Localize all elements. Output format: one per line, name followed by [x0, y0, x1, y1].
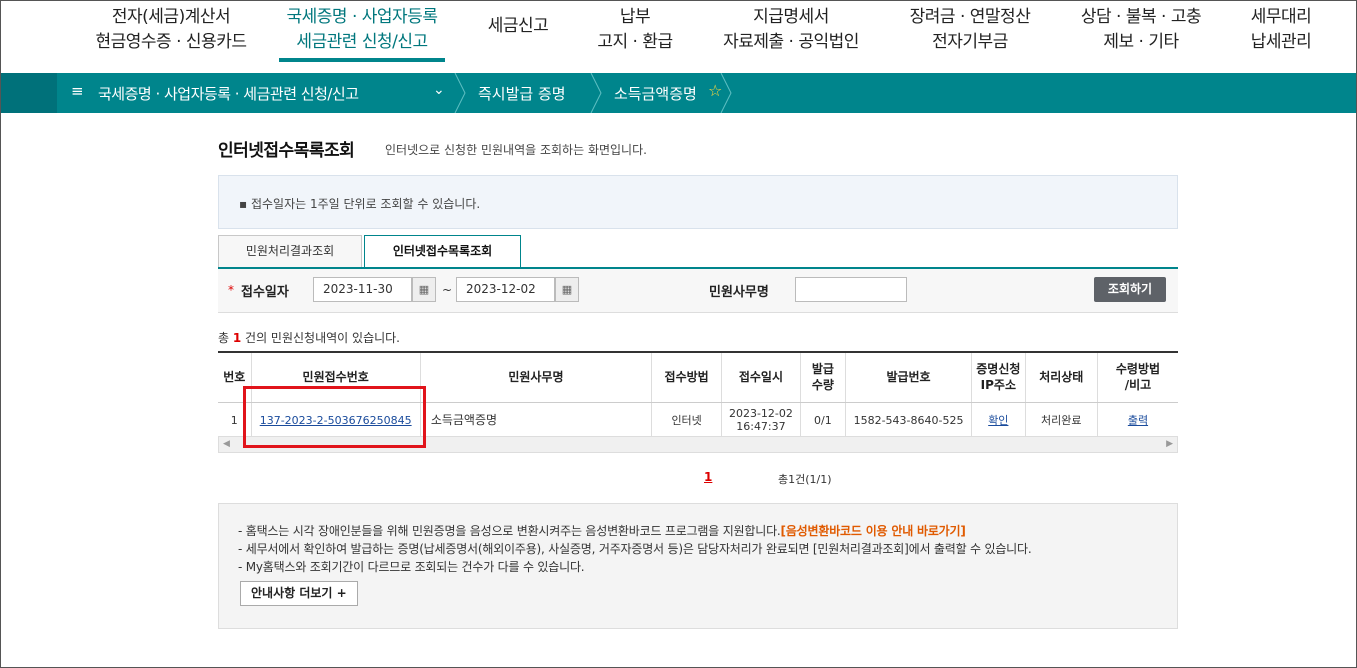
- cell-date: 2023-12-02: [728, 407, 793, 420]
- tab-internet-receipt-list[interactable]: 인터넷접수목록조회: [364, 235, 521, 268]
- breadcrumb-separator-icon: [590, 73, 602, 113]
- column-header: 수령방법 /비고: [1096, 353, 1178, 403]
- topnav-item-line2: 고지 · 환급: [597, 32, 673, 52]
- date-label: 접수일자: [241, 285, 289, 300]
- topnav-item-line2: 세금관련 신청/신고: [296, 32, 428, 52]
- topnav-item-tax-agent[interactable]: 세무대리 납세관리: [1239, 5, 1323, 55]
- topnav-item-certificate[interactable]: 국세증명 · 사업자등록 세금관련 신청/신고: [279, 5, 445, 55]
- breadcrumb-home-area: [1, 73, 57, 113]
- cell-datetime: 2023-12-02 16:47:37: [721, 402, 801, 439]
- date-to-input[interactable]: 2023-12-02: [456, 277, 555, 302]
- topnav-item-etax[interactable]: 전자(세금)계산서 현금영수증 · 신용카드: [79, 5, 263, 55]
- page-description: 인터넷으로 신청한 민원내역을 조회하는 화면입니다.: [385, 143, 647, 157]
- topnav-item-line1: 지급명세서: [753, 7, 829, 27]
- column-header: 접수일시: [721, 353, 801, 403]
- column-header: 발급번호: [845, 353, 972, 403]
- topnav-item-line1: 상담 · 불복 · 고충: [1080, 7, 1202, 27]
- column-header: 민원사무명: [419, 353, 652, 403]
- top-navigation: 전자(세금)계산서 현금영수증 · 신용카드 국세증명 · 사업자등록 세금관련…: [1, 1, 1356, 73]
- search-panel: * 접수일자 2023-11-30 ▦ ~ 2023-12-02 ▦ 민원사무명…: [218, 269, 1178, 313]
- ip-confirm-link[interactable]: 확인: [988, 414, 1008, 427]
- result-count: 총 1 건의 민원신청내역이 있습니다.: [218, 329, 400, 346]
- active-menu-underline: [279, 58, 445, 62]
- topnav-item-line2: 전자기부금: [932, 32, 1008, 52]
- chevron-down-icon[interactable]: ⌄: [433, 82, 445, 98]
- page-number-current[interactable]: 1: [704, 470, 712, 484]
- scroll-right-arrow-icon[interactable]: ▶: [1166, 439, 1173, 449]
- topnav-item-line1: 장려금 · 연말정산: [909, 7, 1031, 27]
- breadcrumb-separator-icon: [720, 73, 732, 113]
- topnav-item-line1: 전자(세금)계산서: [111, 7, 231, 27]
- notice-text: ▪ 접수일자는 1주일 단위로 조회할 수 있습니다.: [239, 197, 481, 211]
- info-box: - 홈택스는 시각 장애인분들을 위해 민원증명을 음성으로 변환시켜주는 음성…: [218, 503, 1178, 629]
- topnav-item-line1: 국세증명 · 사업자등록: [286, 7, 438, 27]
- topnav-item-payment[interactable]: 납부 고지 · 환급: [585, 5, 685, 55]
- date-from-input[interactable]: 2023-11-30: [313, 277, 412, 302]
- column-header: 발급 수량: [799, 353, 846, 403]
- breadcrumb-bar: ≡ 국세증명 · 사업자등록 · 세금관련 신청/신고 ⌄ 즉시발급 증명 소득…: [1, 73, 1356, 113]
- info-line-1-text: - 홈택스는 시각 장애인분들을 위해 민원증명을 음성으로 변환시켜주는 음성…: [238, 524, 781, 538]
- scroll-left-arrow-icon[interactable]: ◀: [223, 439, 230, 449]
- paging-summary: 총1건(1/1): [778, 473, 832, 486]
- cell-service-name: 소득금액증명: [419, 402, 652, 439]
- search-button[interactable]: 조회하기: [1094, 277, 1166, 302]
- topnav-item-line2: 자료제출 · 공익법인: [723, 32, 859, 52]
- topnav-item-line2: 납세관리: [1250, 32, 1312, 52]
- cell-status: 처리완료: [1024, 402, 1098, 439]
- calendar-icon[interactable]: ▦: [412, 277, 436, 302]
- count-number: 1: [232, 331, 242, 345]
- page-title: 인터넷접수목록조회: [218, 141, 355, 161]
- column-header: 증명신청 IP주소: [970, 353, 1026, 403]
- breadcrumb-level1[interactable]: 국세증명 · 사업자등록 · 세금관련 신청/신고: [98, 83, 359, 104]
- topnav-item-line1: 납부: [619, 7, 651, 27]
- info-line-1: - 홈택스는 시각 장애인분들을 위해 민원증명을 음성으로 변환시켜주는 음성…: [238, 522, 966, 539]
- cell-receive: 출력: [1096, 402, 1178, 439]
- topnav-item-tax-report[interactable]: 세금신고: [479, 14, 557, 39]
- info-line-2: - 세무서에서 확인하여 발급하는 증명(납세증명서(해외이주용), 사실증명,…: [238, 542, 1032, 556]
- more-info-button[interactable]: 안내사항 더보기 +: [240, 581, 358, 606]
- required-mark: *: [228, 283, 234, 297]
- column-header: 접수방법: [651, 353, 722, 403]
- cell-ip: 확인: [970, 402, 1026, 439]
- breadcrumb-separator-icon: [454, 73, 466, 113]
- column-header: 처리상태: [1024, 353, 1098, 403]
- topnav-item-line1: 세무대리: [1250, 7, 1312, 27]
- service-name-input[interactable]: [795, 277, 907, 302]
- cell-method: 인터넷: [651, 402, 722, 439]
- notice-box: ▪ 접수일자는 1주일 단위로 조회할 수 있습니다.: [218, 175, 1178, 229]
- voice-barcode-link[interactable]: [음성변환바코드 이용 안내 바로가기]: [781, 524, 966, 538]
- hamburger-icon[interactable]: ≡: [71, 82, 84, 100]
- topnav-item-payment-statement[interactable]: 지급명세서 자료제출 · 공익법인: [713, 5, 869, 55]
- date-range-tilde: ~: [442, 283, 453, 297]
- topnav-item-incentive[interactable]: 장려금 · 연말정산 전자기부금: [899, 5, 1041, 55]
- calendar-icon[interactable]: ▦: [555, 277, 579, 302]
- topnav-item-line2: 현금영수증 · 신용카드: [95, 32, 247, 52]
- topnav-item-consult[interactable]: 상담 · 불복 · 고충 제보 · 기타: [1069, 5, 1213, 55]
- count-prefix: 총: [218, 331, 233, 345]
- topnav-item-line2: 제보 · 기타: [1103, 32, 1179, 52]
- breadcrumb-level2[interactable]: 즉시발급 증명: [478, 83, 566, 104]
- cell-time: 16:47:37: [736, 420, 786, 433]
- cell-issue-no: 1582-543-8640-525: [845, 402, 972, 439]
- breadcrumb-level3[interactable]: 소득금액증명: [614, 83, 697, 104]
- count-suffix: 건의 민원신청내역이 있습니다.: [241, 331, 400, 345]
- print-link[interactable]: 출력: [1128, 414, 1148, 427]
- highlight-annotation-box: [243, 386, 426, 448]
- info-line-3: - My홈택스와 조회기간이 다르므로 조회되는 건수가 다를 수 있습니다.: [238, 560, 585, 574]
- cell-quantity: 0/1: [799, 402, 846, 439]
- service-name-label: 민원사무명: [709, 285, 769, 300]
- tab-result-inquiry[interactable]: 민원처리결과조회: [218, 235, 362, 268]
- topnav-item-line1: 세금신고: [487, 16, 549, 36]
